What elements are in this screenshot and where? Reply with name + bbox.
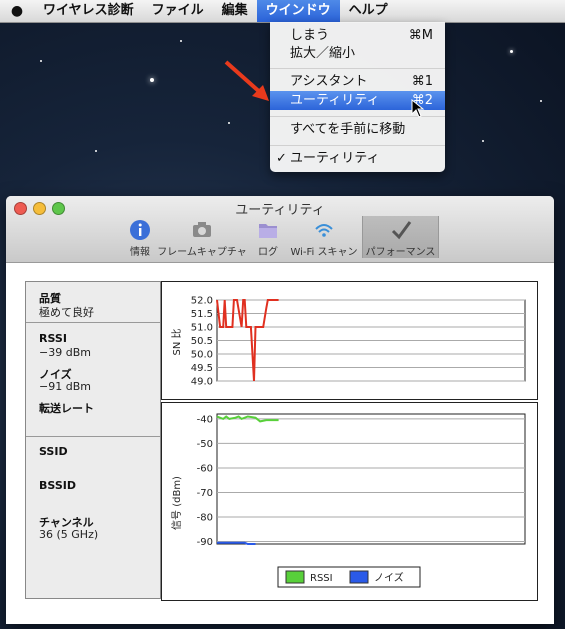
checkmark-icon: ✓: [276, 151, 287, 166]
utilities-window: ユーティリティ 情報 フレームキャプチャ ログ Wi-Fi スキャン パフォーマ…: [6, 196, 554, 624]
transmit-rate-label: 転送レート: [39, 402, 94, 415]
y-tick-label: 52.0: [191, 296, 213, 307]
menu-item-shortcut: ⌘M: [408, 28, 433, 43]
menu-item-assistant[interactable]: アシスタント ⌘1: [270, 72, 445, 91]
menu-file[interactable]: ファイル: [143, 0, 213, 22]
legend-swatch: [285, 570, 305, 584]
quality-value: 極めて良好: [39, 306, 94, 319]
y-tick-label: -60: [197, 463, 213, 474]
y-tick-label: 50.0: [191, 350, 213, 361]
star: [40, 60, 42, 62]
toolbar-label: 情報: [130, 247, 150, 258]
menu-item-label: 拡大／縮小: [290, 46, 356, 61]
signal-chart-svg: -40 -50 -60 -70 -80 -90 信号 (dBm) RSSI ノイズ: [171, 413, 526, 588]
star: [510, 50, 513, 53]
window-titlebar[interactable]: ユーティリティ 情報 フレームキャプチャ ログ Wi-Fi スキャン パフォーマ…: [6, 196, 554, 263]
y-tick-label: 49.0: [191, 377, 213, 388]
y-tick-label: 51.0: [191, 323, 213, 334]
folder-icon: [259, 224, 277, 238]
menu-item-utilities-window[interactable]: ✓ ユーティリティ: [270, 149, 445, 168]
menu-item-label: しまう: [290, 28, 330, 43]
menu-edit[interactable]: 編集: [213, 0, 257, 22]
apple-menu-icon[interactable]: ●: [0, 3, 34, 19]
y-tick-label: -90: [197, 537, 213, 548]
y-tick-label: -40: [197, 414, 213, 425]
bssid-label: BSSID: [39, 479, 76, 492]
divider: [26, 322, 160, 323]
y-tick-label: 50.5: [191, 336, 213, 347]
noise-value: −91 dBm: [39, 380, 91, 393]
menu-item-label: ユーティリティ: [290, 151, 380, 166]
rssi-label: RSSI: [39, 332, 67, 345]
chart-legend: RSSI ノイズ: [277, 566, 421, 588]
window-content: 品質 極めて良好 RSSI −39 dBm ノイズ −91 dBm 転送レート …: [6, 263, 554, 624]
y-tick-label: -80: [197, 513, 213, 524]
star: [95, 150, 97, 152]
toolbar-frame-capture-button[interactable]: フレームキャプチャ: [157, 216, 247, 258]
legend-swatch: [349, 570, 369, 584]
star: [482, 140, 484, 142]
toolbar-log-button[interactable]: ログ: [252, 216, 284, 258]
menu-bar: ● ワイヤレス診断 ファイル 編集 ウインドウ ヘルプ: [0, 0, 565, 23]
window-menu-dropdown: しまう ⌘M 拡大／縮小 アシスタント ⌘1 ユーティリティ ⌘2 すべてを手前…: [270, 22, 445, 172]
toolbar-wifi-scan-button[interactable]: Wi-Fi スキャン: [287, 216, 361, 258]
ssid-label: SSID: [39, 445, 68, 458]
snr-chart-svg: 52.0 51.5 51.0 50.5 50.0 49.5 49.0 SN 比: [171, 296, 526, 388]
menu-item-label: ユーティリティ: [290, 93, 380, 108]
star: [228, 122, 230, 124]
star: [150, 78, 154, 82]
rssi-value: −39 dBm: [39, 346, 91, 359]
menu-item-minimize[interactable]: しまう ⌘M: [270, 26, 445, 45]
legend-label: ノイズ: [374, 571, 404, 584]
menu-app[interactable]: ワイヤレス診断: [34, 0, 143, 22]
toolbar-label: ログ: [258, 247, 278, 258]
menu-separator: [270, 145, 445, 146]
snr-chart: 52.0 51.5 51.0 50.5 50.0 49.5 49.0 SN 比: [161, 281, 538, 400]
info-icon: [130, 220, 150, 240]
menu-item-shortcut: ⌘1: [411, 74, 433, 89]
menu-item-label: すべてを手前に移動: [290, 122, 406, 137]
menu-item-label: アシスタント: [290, 74, 368, 89]
camera-icon: [193, 222, 211, 237]
star: [180, 40, 182, 42]
toolbar-label: パフォーマンス: [365, 247, 436, 258]
y-axis-label: SN 比: [171, 328, 183, 355]
red-arrow-annotation: [224, 60, 269, 101]
y-tick-label: 49.5: [191, 363, 213, 374]
y-axis-label: 信号 (dBm): [171, 476, 183, 530]
star: [540, 100, 542, 102]
signal-chart: -40 -50 -60 -70 -80 -90 信号 (dBm) RSSI ノイズ: [161, 402, 538, 601]
legend-label: RSSI: [310, 573, 333, 584]
menu-window[interactable]: ウインドウ: [256, 0, 340, 22]
menu-help[interactable]: ヘルプ: [340, 0, 397, 22]
menu-separator: [270, 68, 445, 69]
y-tick-label: -70: [197, 488, 213, 499]
toolbar-performance-button[interactable]: パフォーマンス: [362, 216, 439, 258]
mouse-cursor-icon: [411, 99, 425, 118]
channel-value: 36 (5 GHz): [39, 528, 99, 541]
y-tick-label: -50: [197, 439, 213, 450]
plot-area: [216, 413, 526, 545]
info-panel: 品質 極めて良好 RSSI −39 dBm ノイズ −91 dBm 転送レート …: [25, 281, 161, 599]
toolbar-label: フレームキャプチャ: [157, 247, 247, 258]
wifi-icon: [315, 224, 333, 237]
toolbar-label: Wi-Fi スキャン: [290, 247, 358, 258]
menu-item-bring-all-to-front[interactable]: すべてを手前に移動: [270, 120, 445, 139]
divider: [26, 436, 160, 437]
checkmark-icon: [391, 221, 411, 240]
toolbar-info-button[interactable]: 情報: [124, 216, 156, 258]
menu-item-zoom[interactable]: 拡大／縮小: [270, 44, 445, 63]
y-tick-label: 51.5: [191, 309, 213, 320]
